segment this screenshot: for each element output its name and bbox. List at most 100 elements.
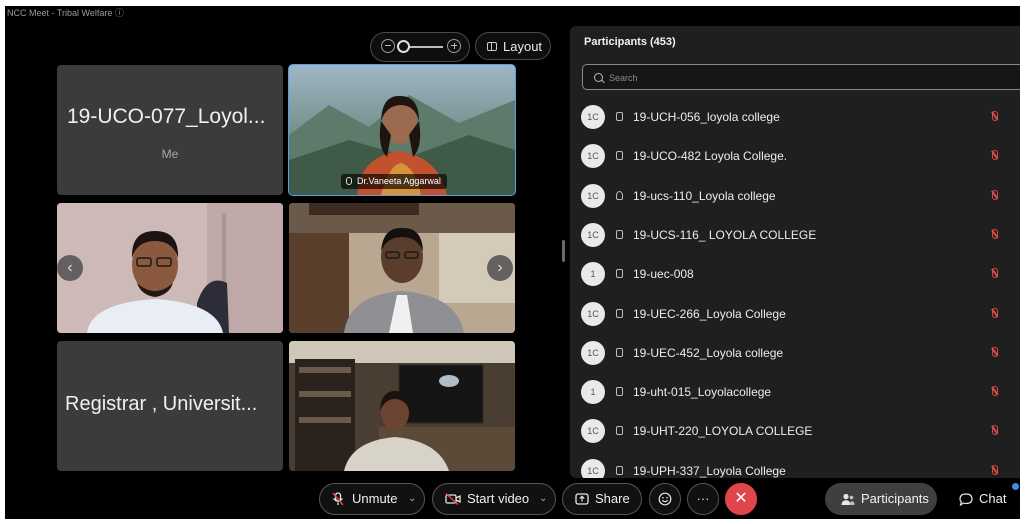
zoom-knob[interactable] — [397, 40, 410, 53]
search-input[interactable] — [607, 67, 1011, 89]
more-options-button[interactable]: ··· — [687, 483, 719, 515]
device-icon — [616, 269, 623, 279]
participant-avatar: 1C — [581, 419, 605, 444]
next-page-arrow[interactable]: › — [487, 255, 513, 281]
mic-muted-icon[interactable] — [992, 386, 998, 397]
participant-name: 19-UCH-056_loyola college — [633, 110, 780, 124]
share-button[interactable]: Share — [562, 483, 642, 515]
participant-avatar: 1C — [581, 105, 605, 129]
phone-icon — [616, 190, 623, 200]
panel-resize-handle[interactable] — [562, 240, 565, 262]
participant-name: 19-uht-015_Loyolacollege — [633, 385, 772, 400]
reactions-button[interactable] — [649, 483, 681, 515]
participant-row[interactable]: 1C 19-UCH-056_loyola college — [570, 98, 1020, 137]
video-tile-participant[interactable]: › — [289, 203, 515, 333]
previous-page-arrow[interactable]: ‹ — [57, 255, 83, 281]
participant-avatar: 1C — [581, 458, 605, 478]
people-icon — [841, 493, 855, 505]
layout-label: Layout — [503, 39, 543, 54]
device-icon — [616, 347, 623, 357]
tile-participant-name: 19-UCO-077_Loyol... — [67, 105, 266, 128]
video-tile-participant[interactable]: ‹ — [57, 203, 283, 333]
tile-self-label: Me — [161, 147, 179, 161]
camera-off-icon — [445, 493, 461, 505]
participant-avatar: 1 — [581, 262, 605, 287]
layout-button[interactable]: Layout — [475, 32, 551, 60]
participant-avatar: 1C — [581, 183, 605, 208]
speaker-name-tag: Dr.Vaneeta Aggarwal — [341, 174, 447, 189]
participant-avatar: 1C — [581, 222, 605, 247]
window-title: NCC Meet - Tribal Welfare ⓘ — [7, 8, 124, 18]
meeting-window: NCC Meet - Tribal Welfare ⓘ Layout 19-UC… — [5, 6, 1020, 519]
mic-muted-icon — [332, 492, 344, 506]
chat-notification-badge — [1012, 483, 1019, 490]
start-video-button[interactable]: Start video ⌄ — [432, 483, 556, 515]
video-tile-participant-no-video[interactable]: Registrar , Universit... — [57, 341, 283, 471]
unmute-button[interactable]: Unmute ⌄ — [319, 483, 425, 515]
leave-meeting-button[interactable]: ✕ — [725, 483, 757, 515]
participant-name: 19-UHT-220_LOYOLA COLLEGE — [633, 424, 813, 439]
zoom-out-icon[interactable] — [381, 39, 395, 53]
participant-video-feed — [57, 203, 283, 333]
participant-row[interactable]: 1C 19-UEC-452_Loyola college — [570, 334, 1020, 373]
device-icon — [616, 465, 623, 475]
participant-name: 19-uec-008 — [633, 267, 694, 282]
participants-label: Participants — [861, 491, 929, 506]
speaker-name: Dr.Vaneeta Aggarwal — [357, 176, 441, 186]
video-tile-self[interactable]: 19-UCO-077_Loyol... Me — [57, 65, 283, 195]
device-icon — [616, 308, 623, 318]
participant-row[interactable]: 1C 19-ucs-110_Loyola college — [570, 177, 1020, 216]
mic-muted-icon[interactable] — [992, 346, 998, 357]
video-tile-participant[interactable] — [289, 341, 515, 471]
participants-button[interactable]: Participants — [825, 483, 937, 515]
mic-muted-icon[interactable] — [992, 307, 998, 318]
search-icon — [594, 73, 603, 82]
participant-row[interactable]: 1 19-uht-015_Loyolacollege — [570, 373, 1020, 412]
participant-row[interactable]: 1 19-uec-008 — [570, 255, 1020, 294]
participant-row[interactable]: 1C 19-UPH-337_Loyola College — [570, 452, 1020, 478]
chat-bubble-icon — [959, 493, 973, 506]
share-label: Share — [595, 491, 630, 506]
participants-panel: Participants (453) 1C 19-UCH-056_loyola c… — [570, 26, 1020, 478]
participant-row[interactable]: 1C 19-UHT-220_LOYOLA COLLEGE — [570, 412, 1020, 451]
mic-muted-icon[interactable] — [992, 189, 998, 200]
chat-button[interactable]: Chat — [955, 483, 1015, 515]
smiley-icon — [658, 492, 672, 506]
participants-search[interactable] — [582, 64, 1020, 90]
participant-name: 19-ucs-110_Loyola college — [633, 188, 776, 203]
participant-row[interactable]: 1C 19-UCO-482 Loyola College. — [570, 137, 1020, 176]
participant-row[interactable]: 1C 19-UCS-116_ LOYOLA COLLEGE — [570, 216, 1020, 255]
zoom-slider[interactable] — [370, 32, 470, 62]
participant-name: 19-UEC-452_Loyola college — [633, 345, 784, 360]
participant-video-feed — [289, 203, 515, 333]
mic-muted-icon[interactable] — [992, 268, 998, 279]
device-icon — [616, 151, 623, 161]
participant-name: 19-UCO-482 Loyola College. — [633, 149, 788, 164]
tile-participant-name: Registrar , Universit... — [65, 393, 258, 415]
zoom-in-icon[interactable] — [447, 39, 461, 53]
participant-avatar: 1 — [581, 380, 605, 405]
participant-name: 19-UEC-266_Loyola College — [633, 306, 786, 321]
chat-label: Chat — [979, 491, 1007, 506]
video-tile-active-speaker[interactable]: Dr.Vaneeta Aggarwal — [288, 64, 516, 196]
mic-muted-icon[interactable] — [992, 111, 998, 121]
participant-row[interactable]: 1C 19-UEC-266_Loyola College — [570, 295, 1020, 334]
mic-muted-icon[interactable] — [992, 425, 998, 436]
participant-avatar: 1C — [581, 144, 605, 169]
layout-grid-icon — [487, 42, 497, 51]
participant-video-feed — [289, 341, 515, 471]
mic-muted-icon[interactable] — [992, 228, 998, 239]
participants-title: Participants (453) — [584, 36, 676, 48]
device-icon — [616, 426, 623, 436]
share-screen-icon — [575, 493, 589, 505]
mic-muted-icon[interactable] — [992, 464, 998, 475]
device-icon — [616, 112, 623, 121]
chevron-down-icon[interactable]: ⌄ — [408, 484, 416, 514]
participant-avatar: 1C — [581, 301, 605, 326]
unmute-label: Unmute — [352, 491, 398, 506]
device-icon — [616, 387, 623, 397]
chevron-down-icon[interactable]: ⌄ — [539, 484, 547, 514]
participant-name: 19-UCS-116_ LOYOLA COLLEGE — [633, 227, 817, 242]
mic-icon — [346, 177, 352, 185]
mic-muted-icon[interactable] — [992, 150, 998, 161]
